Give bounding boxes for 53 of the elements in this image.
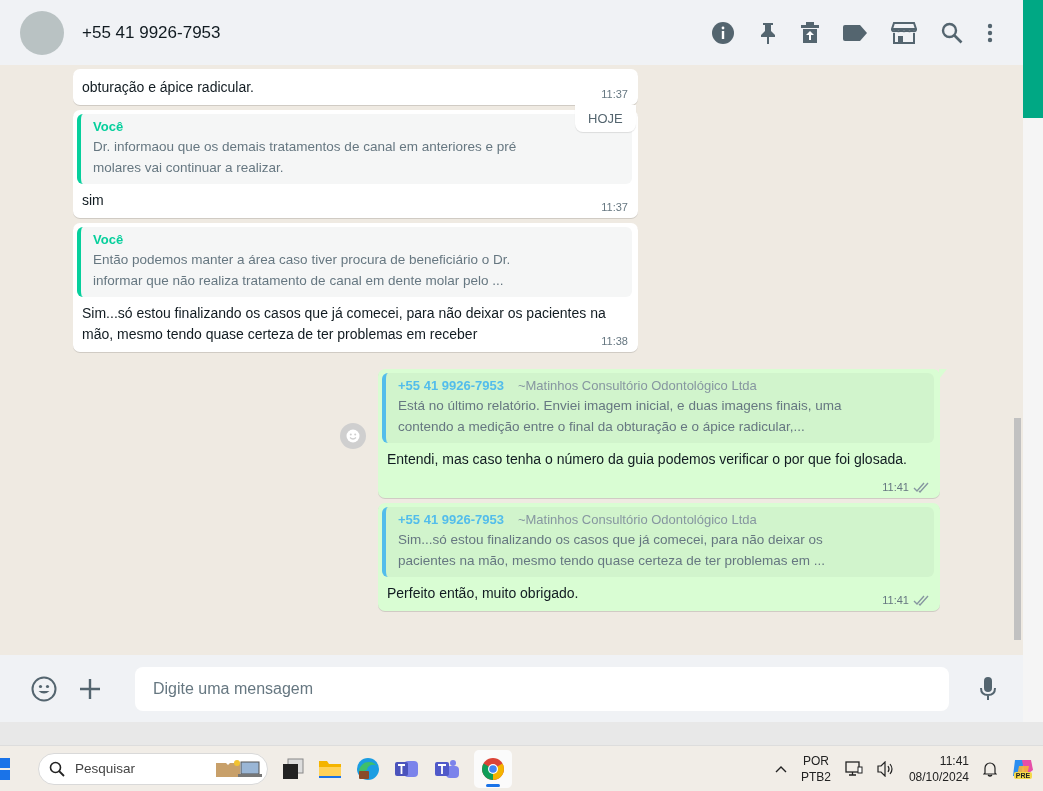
message-time: 11:38 xyxy=(601,334,628,349)
message-time: 11:41 xyxy=(882,593,909,608)
scrollbar-thumb[interactable] xyxy=(1014,418,1021,640)
quote-text: Sim...só estou finalizando os casos que já comecei, para não deixar os pacientes na mão, mesmo tendo quase certeza de ter problemas em ... xyxy=(398,531,826,570)
quote-author-note: ~Matinhos Consultório Odontológico Ltda xyxy=(517,512,757,527)
contact-name[interactable]: +55 41 9926-7953 xyxy=(82,22,221,43)
message-time: 11:37 xyxy=(601,87,628,102)
archive-icon[interactable] xyxy=(801,21,819,44)
quoted-message[interactable]: +55 41 9926-7953 ~Matinhos Consultório Odontológico Ltda Sim...só estou finalizando os casos que já comecei, para não deixar os pacientes na mão, mesmo tendo quase certeza de ter problemas em ... xyxy=(382,507,934,577)
clock-time[interactable]: 11:41 xyxy=(939,752,969,769)
quote-author: Você xyxy=(93,232,124,247)
task-view-icon[interactable] xyxy=(282,757,304,780)
message-time: 11:41 xyxy=(882,480,909,495)
quote-author: +55 41 9926-7953 xyxy=(398,512,504,527)
chevron-up-icon[interactable] xyxy=(774,764,787,773)
quote-text: Está no último relatório. Enviei imagem inicial, e duas imagens finais, uma contendo a medição entre o final da obturação e o ápice radicular,... xyxy=(398,397,843,436)
quote-text: Dr. informaou que os demais tratamentos de canal em anteriores e pré molares vai continuar a realizar. xyxy=(93,138,518,177)
taskbar-search-field[interactable]: Pesquisar xyxy=(38,752,268,785)
emoji-icon[interactable] xyxy=(31,675,57,702)
message-text: sim xyxy=(82,192,104,208)
info-icon[interactable] xyxy=(711,20,735,45)
quoted-message[interactable] xyxy=(382,373,934,443)
bell-icon[interactable] xyxy=(983,760,997,777)
keyboard-layout[interactable]: PTB2 xyxy=(800,768,831,785)
message-text: Perfeito então, muito obrigado. xyxy=(387,585,579,601)
clock-date[interactable]: 08/10/2024 xyxy=(908,768,969,785)
quote-author: +55 41 9926-7953 xyxy=(398,378,504,393)
microphone-icon[interactable] xyxy=(979,675,997,702)
browser-icon[interactable] xyxy=(356,756,380,781)
quote-author-note: ~Matinhos Consultório Odontológico Ltda xyxy=(517,378,757,393)
chrome-icon xyxy=(481,756,505,781)
store-icon[interactable] xyxy=(891,21,917,44)
plus-icon[interactable] xyxy=(79,677,101,700)
quoted-message[interactable]: Você Então podemos manter a área caso tiver procura de beneficiário o Dr. informar que não realiza tratamento de canal em dente molar pelo ... xyxy=(77,227,632,297)
language-code[interactable]: POR xyxy=(802,752,829,769)
start-icon[interactable] xyxy=(0,757,12,780)
more-icon[interactable] xyxy=(987,22,993,43)
search-icon[interactable] xyxy=(941,21,963,44)
label-icon[interactable] xyxy=(843,24,867,41)
chrome-taskbar-button[interactable] xyxy=(474,749,512,788)
books-laptop-drawing xyxy=(215,758,263,779)
message-text: obturação e ápice radicular. xyxy=(82,79,254,95)
date-chip: HOJE xyxy=(575,105,636,132)
search-placeholder: Pesquisar xyxy=(75,761,136,776)
speaker-icon[interactable] xyxy=(876,760,895,777)
message-time: 11:37 xyxy=(601,200,628,215)
pin-icon[interactable] xyxy=(759,21,777,44)
message-text: Entendi, mas caso tenha o número da guia podemos verificar o por que foi glosada. xyxy=(387,451,907,467)
search-icon xyxy=(49,760,65,777)
network-icon[interactable] xyxy=(844,760,863,777)
quote-text: Então podemos manter a área caso tiver procura de beneficiário o Dr. informar que não realiza tratamento de canal em dente molar pelo ... xyxy=(93,251,512,290)
message-input-field[interactable]: Digite uma mensagem xyxy=(135,666,949,711)
quote-author: Você xyxy=(93,119,124,134)
